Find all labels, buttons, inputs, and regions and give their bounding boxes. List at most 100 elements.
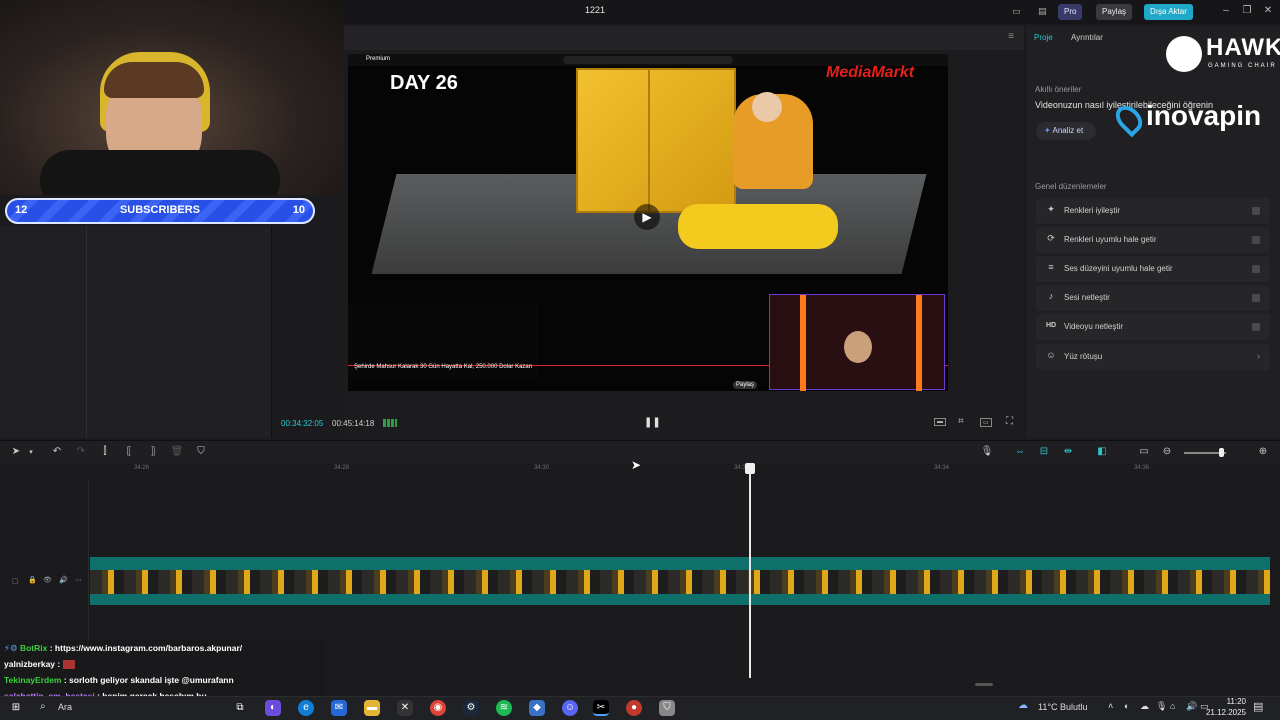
match-volume-item[interactable]: ≡ Ses düzeyini uyumlu hale getir — [1036, 256, 1270, 282]
more-icon[interactable]: ⋯ — [75, 576, 82, 584]
recorder-icon[interactable]: ● — [626, 700, 642, 716]
clarify-audio-toggle[interactable] — [1252, 294, 1260, 302]
yt-share-label: Paylaş — [736, 382, 755, 388]
face-retouch-item[interactable]: ☺ Yüz rötuşu › — [1036, 344, 1270, 370]
window-title: 1221 — [584, 5, 606, 15]
delete-icon[interactable]: 🗑 — [170, 446, 184, 457]
steam-icon[interactable]: ⚙ — [463, 700, 479, 716]
match-colors-item[interactable]: ⟳ Renkleri uyumlu hale getir — [1036, 227, 1270, 253]
xbox-icon[interactable]: ✕ — [397, 700, 413, 716]
zoom-in-icon[interactable]: ⊕ — [1256, 446, 1270, 457]
match-volume-label: Ses düzeyini uyumlu hale getir — [1064, 264, 1173, 273]
shield-app-icon[interactable]: ⛉ — [659, 700, 675, 716]
redo-icon[interactable]: ↷ — [74, 446, 88, 457]
fullscreen-icon[interactable]: ⛶ — [1006, 416, 1013, 427]
file-explorer-icon[interactable]: ▬ — [364, 700, 380, 716]
chevron-up-icon[interactable]: ˄ — [1108, 701, 1113, 711]
select-tool-icon[interactable]: ➤ — [9, 446, 23, 457]
network-icon[interactable]: ⌂ — [1170, 701, 1175, 711]
yt-share-button[interactable]: Paylaş — [733, 381, 758, 389]
snap-icon[interactable]: ⇹ — [1061, 446, 1075, 457]
trim-right-icon[interactable]: ⟧ — [146, 446, 160, 457]
tab-details[interactable]: Ayrıntılar — [1071, 33, 1103, 42]
clarify-audio-label: Sesi netleştir — [1064, 293, 1110, 302]
zoom-out-icon[interactable]: ⊖ — [1160, 446, 1174, 457]
export-button[interactable]: Dışa Aktar — [1144, 4, 1193, 20]
cloud-icon[interactable]: ☁ — [1140, 701, 1149, 712]
split-icon[interactable]: ⫿ — [98, 446, 112, 457]
video-preview[interactable]: Premium DAY 26 MediaMarkt ▶ Şehirde Mahs… — [348, 54, 948, 391]
playhead[interactable] — [749, 466, 751, 678]
match-volume-toggle[interactable] — [1252, 265, 1260, 273]
edge-icon[interactable]: e — [298, 700, 314, 716]
layout-icon[interactable]: ▭ — [1012, 6, 1021, 17]
tab-project[interactable]: Proje — [1034, 33, 1053, 42]
share-label: Paylaş — [1102, 7, 1127, 16]
timeline-scrollbar[interactable] — [975, 683, 993, 686]
ratio-icon[interactable]: ▭ — [980, 418, 992, 427]
menu-icon[interactable]: ≡ — [1008, 31, 1014, 42]
discord-icon[interactable]: ☺ — [562, 700, 578, 716]
analyze-button[interactable]: ✦ Analiz et — [1036, 122, 1096, 140]
track-cover-icon[interactable]: ▢ — [12, 577, 19, 585]
enhance-colors-item[interactable]: ✦ Renkleri iyileştir — [1036, 198, 1270, 224]
outlook-icon[interactable]: ✉ — [331, 700, 347, 716]
sharpen-video-toggle[interactable] — [1252, 323, 1260, 331]
search-icon[interactable]: ⌕ — [40, 701, 46, 712]
mic-tray-icon[interactable]: 🎙 — [1156, 701, 1167, 712]
timeline-view-icon[interactable]: ▬ — [934, 418, 946, 426]
magnet-icon[interactable]: ⊟ — [1037, 446, 1051, 457]
color-match-icon: ⟳ — [1047, 233, 1055, 243]
pro-button[interactable]: Pro — [1058, 4, 1083, 20]
minimize-icon[interactable]: – — [1219, 4, 1233, 18]
chevron-down-icon[interactable]: ▾ — [24, 448, 38, 456]
capcut-icon[interactable]: ✂ — [593, 700, 609, 716]
marker-icon[interactable]: ⛉ — [194, 446, 208, 457]
sharpen-video-item[interactable]: HD Videoyu netleştir — [1036, 314, 1270, 340]
spotify-icon[interactable]: ≋ — [496, 700, 512, 716]
chevron-right-icon: › — [1257, 351, 1260, 361]
taskbar-search[interactable]: Ara — [58, 702, 72, 712]
playhead-handle[interactable] — [745, 463, 755, 474]
weather-text[interactable]: 11°C Bulutlu — [1038, 702, 1087, 712]
clock-time[interactable]: 11:20 — [1202, 697, 1246, 706]
app-icon[interactable]: ◆ — [529, 700, 545, 716]
preview-axis-icon[interactable]: ◧ — [1095, 446, 1109, 457]
clock-date[interactable]: 21.12.2025 — [1190, 708, 1246, 717]
microphone-icon[interactable]: 🎙 — [980, 446, 994, 457]
share-button[interactable]: Paylaş — [1096, 4, 1133, 20]
yt-search-input[interactable] — [563, 56, 733, 64]
task-view-icon[interactable]: ⧉ — [232, 700, 248, 716]
windows-start-icon[interactable]: ⊞ — [8, 700, 24, 716]
play-icon[interactable]: ▶ — [634, 204, 660, 230]
tray-icon[interactable]: ◐ — [1124, 701, 1129, 711]
chrome-icon[interactable]: ◉ — [430, 700, 446, 716]
notifications-icon[interactable]: ▤ — [1253, 700, 1263, 713]
crop-icon[interactable]: ⌗ — [958, 416, 964, 427]
face-retouch-label: Yüz rötuşu — [1064, 352, 1103, 361]
pause-icon[interactable]: ❚❚ — [644, 417, 661, 428]
clarify-audio-item[interactable]: ♪ Sesi netleştir — [1036, 285, 1270, 311]
undo-icon[interactable]: ↶ — [50, 446, 64, 457]
video-caption: Şehirde Mahsur Kalarak 30 Gün Hayatta Ka… — [354, 364, 533, 370]
panel-icon[interactable]: ▤ — [1038, 6, 1047, 17]
enhance-colors-toggle[interactable] — [1252, 207, 1260, 215]
match-colors-toggle[interactable] — [1252, 236, 1260, 244]
zoom-slider-handle[interactable] — [1219, 448, 1224, 457]
hd-icon: HD — [1045, 322, 1057, 329]
close-icon[interactable]: ✕ — [1261, 4, 1275, 18]
link-icon[interactable]: ⇔ — [1013, 446, 1027, 457]
trim-left-icon[interactable]: ⟦ — [122, 446, 136, 457]
eye-icon[interactable]: 👁 — [43, 576, 52, 584]
lock-icon[interactable]: 🔒 — [28, 576, 37, 584]
caption-icon[interactable]: ▭ — [1137, 446, 1151, 457]
copilot-icon[interactable]: ◐ — [265, 700, 281, 716]
person-head — [752, 92, 782, 122]
speaker-icon[interactable]: 🔊 — [59, 576, 68, 584]
sponsor-tagline: GAMING CHAIR — [1208, 63, 1277, 69]
ruler-tick-label: 34:30 — [534, 465, 550, 471]
emote-icon — [62, 660, 75, 670]
maximize-icon[interactable]: ❐ — [1240, 4, 1254, 18]
volume-levels-icon: ≡ — [1048, 262, 1054, 272]
subscriber-goal-bar: 12 SUBSCRIBERS 10 — [5, 198, 315, 224]
